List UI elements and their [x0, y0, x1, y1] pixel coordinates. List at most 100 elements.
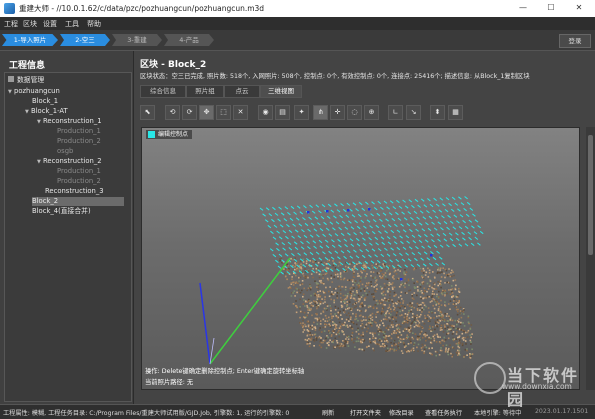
login-button[interactable]: 登录: [559, 34, 591, 48]
point-cloud-dot: [408, 317, 411, 319]
pan-icon[interactable]: ✥: [199, 105, 214, 120]
axis-l-icon[interactable]: ∟: [388, 105, 403, 120]
tree-item-production2[interactable]: Production_2: [57, 137, 101, 146]
point-cloud-dot: [338, 327, 341, 329]
point-cloud-dot: [356, 336, 359, 339]
point-cloud-dot: [347, 335, 350, 338]
cursor-icon[interactable]: ⬉: [140, 105, 155, 120]
gear-icon[interactable]: ✦: [294, 105, 309, 120]
camera-marker: [371, 231, 376, 235]
tree-item-reconstruction3[interactable]: Reconstruction_3: [45, 187, 104, 196]
camera-icon[interactable]: ◉: [258, 105, 273, 120]
point-cloud-dot: [391, 288, 394, 290]
camera-marker: [336, 209, 341, 213]
modify-dir-button[interactable]: 修改目录: [389, 408, 414, 417]
point-cloud-dot: [356, 275, 359, 277]
tree-item-r2-production1[interactable]: Production_1: [57, 167, 101, 176]
tree-item-block1[interactable]: Block_1: [32, 97, 58, 106]
camera-marker: [468, 237, 472, 241]
tab-3d-view[interactable]: 三维视图: [260, 85, 302, 98]
point-cloud-dot: [323, 307, 326, 310]
rotate-right-icon[interactable]: ⟳: [182, 105, 197, 120]
refresh-button[interactable]: 刷新: [322, 408, 334, 417]
tree-item-production1[interactable]: Production_1: [57, 127, 101, 136]
menu-settings[interactable]: 设置: [43, 19, 57, 29]
point-cloud-dot: [395, 349, 397, 352]
point-cloud-dot: [428, 338, 430, 341]
rotate-left-icon[interactable]: ⟲: [165, 105, 180, 120]
point-cloud-dot: [387, 335, 390, 337]
menu-block[interactable]: 区块: [23, 19, 37, 29]
step-reconstruction[interactable]: 3-重建: [112, 34, 162, 46]
point-cloud-dot: [298, 280, 300, 283]
camera-marker: [294, 246, 299, 250]
3d-viewport[interactable]: 编辑控制点 操作: Delete键确定删除控制点; Enter键确定旋转坐标轴 …: [141, 127, 580, 390]
step-aerotriangulation[interactable]: 2-空三: [60, 34, 110, 46]
minimize-button[interactable]: —: [510, 1, 536, 15]
scrollbar-thumb[interactable]: [588, 135, 593, 255]
camera-marker: [435, 203, 440, 207]
tree-item-osgb[interactable]: osgb: [57, 147, 73, 156]
move-point-icon[interactable]: ⊕: [364, 105, 379, 120]
tab-overview[interactable]: 综合信息: [140, 85, 186, 98]
point-cloud-dot: [437, 296, 440, 298]
point-cloud-dot: [448, 289, 450, 291]
point-cloud-dot: [429, 352, 431, 354]
zoom-box-icon[interactable]: ⬚: [216, 105, 231, 120]
point-cloud-dot: [347, 292, 349, 295]
point-cloud-dot: [324, 326, 327, 328]
point-cloud-dot: [326, 320, 329, 322]
point-cloud-dot: [460, 329, 462, 331]
axis-icon[interactable]: ↘: [406, 105, 421, 120]
camera-marker: [409, 228, 413, 233]
point-cloud-dot: [399, 334, 401, 336]
tree-item-block2[interactable]: Block_2: [32, 197, 124, 206]
point-cloud-dot: [393, 278, 395, 280]
tree-item-reconstruction2[interactable]: ▼ Reconstruction_2: [37, 157, 102, 166]
tab-point-cloud[interactable]: 点云: [224, 85, 260, 98]
camera-marker: [405, 252, 409, 256]
pin-icon[interactable]: ⬍: [430, 105, 445, 120]
vertical-scrollbar[interactable]: [586, 127, 595, 390]
remove-point-icon[interactable]: ◌: [347, 105, 362, 120]
close-button[interactable]: ✕: [566, 1, 592, 15]
point-cloud-dot: [443, 324, 446, 326]
point-cloud-dot: [450, 352, 452, 355]
tree-item-r2-production2[interactable]: Production_2: [57, 177, 101, 186]
delete-icon[interactable]: ✕: [233, 105, 248, 120]
point-cloud-dot: [421, 349, 423, 352]
tree-item-project[interactable]: ▼ pozhuangcun: [8, 87, 60, 96]
tree-item-reconstruction1[interactable]: ▼ Reconstruction_1: [37, 117, 102, 126]
tab-photo-groups[interactable]: 照片组: [186, 85, 224, 98]
point-cloud-dot: [300, 266, 302, 269]
point-cloud-dot: [337, 275, 339, 278]
image-icon[interactable]: ▦: [448, 105, 463, 120]
camera-marker: [292, 223, 296, 227]
share-icon[interactable]: ⋔: [313, 105, 328, 120]
open-folder-button[interactable]: 打开文件夹: [350, 408, 381, 417]
point-cloud-dot: [410, 310, 412, 313]
point-cloud-dot: [425, 346, 428, 349]
point-cloud-dot: [439, 272, 441, 274]
tree-item-block4[interactable]: Block_4(直接合并): [32, 207, 91, 216]
menu-tools[interactable]: 工具: [65, 19, 79, 29]
view-tasks-button[interactable]: 查看任务执行: [425, 408, 462, 417]
camera-marker: [325, 245, 330, 249]
point-cloud-dot: [381, 298, 383, 301]
point-cloud-dot: [297, 282, 299, 284]
maximize-button[interactable]: ☐: [538, 1, 564, 15]
step-import-photos[interactable]: 1-导入照片: [2, 34, 58, 46]
point-cloud-dot: [343, 298, 346, 301]
menu-project[interactable]: 工程: [4, 19, 18, 29]
add-point-icon[interactable]: ✛: [330, 105, 345, 120]
menu-help[interactable]: 帮助: [87, 19, 101, 29]
camera-marker: [429, 263, 433, 267]
point-cloud-dot: [307, 312, 309, 314]
point-cloud-dot: [302, 319, 304, 322]
window-title: 重建大师 - //10.0.1.62/c/data/pzc/pozhuangcu…: [19, 4, 265, 13]
tree-item-block1-at[interactable]: ▼ Block_1-AT: [25, 107, 68, 116]
step-product[interactable]: 4-产品: [164, 34, 214, 46]
film-icon[interactable]: ▤: [275, 105, 290, 120]
camera-marker: [458, 243, 463, 247]
tree-item-data-management[interactable]: 数据管理: [8, 76, 44, 85]
